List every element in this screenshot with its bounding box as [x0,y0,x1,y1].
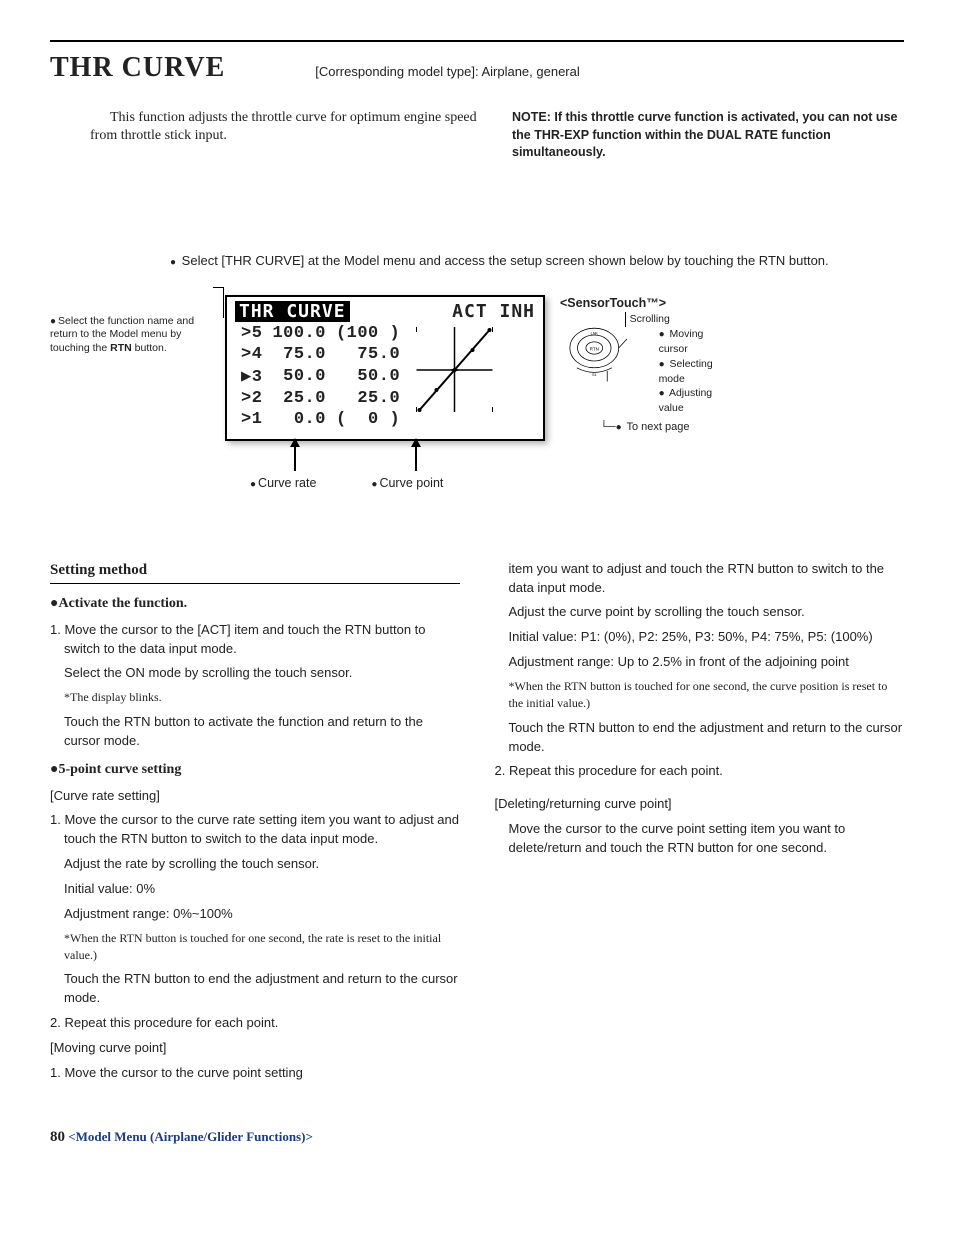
setting-method-hdr: Setting method [50,560,460,585]
svg-text:RTN: RTN [590,346,599,351]
sensor-items: Scrolling Moving cursor Selecting mode A… [629,312,720,416]
curve-point-label: Curve point [379,476,443,490]
model-type-note: [Corresponding model type]: Airplane, ge… [315,64,580,79]
lcd-act-status: ACT INH [452,301,535,322]
mv-step-7: Touch the RTN button to end the adjustme… [509,719,905,757]
select-instruction: Select [THR CURVE] at the Model menu and… [170,252,904,270]
top-rule [50,40,904,42]
act-step-1: 1. Move the cursor to the [ACT] item and… [64,621,460,659]
cr-fine-5: *When the RTN button is touched for one … [64,930,460,965]
mv-step-3: Adjust the curve point by scrolling the … [509,603,905,622]
act-fine-3: *The display blinks. [64,689,460,706]
del-step-1: Move the cursor to the curve point setti… [509,820,905,858]
deleting-label: [Deleting/returning curve point] [495,795,905,814]
footer: 80 <Model Menu (Airplane/Glider Function… [50,1129,904,1146]
sensor-scrolling: Scrolling [625,312,720,327]
right-column: item you want to adjust and touch the RT… [495,560,905,1089]
lcd-screen: THR CURVE ACT INH >5100.0(100 ) >4 75.0 … [225,295,545,441]
left-note-b: RTN [110,342,132,354]
mv-step-5: Adjustment range: Up to 2.5% in front of… [509,653,905,672]
section-name: <Model Menu (Airplane/Glider Functions)> [68,1129,313,1144]
act-step-4: Touch the RTN button to activate the fun… [64,713,460,751]
lcd-title: THR CURVE [235,301,350,322]
page-number: 80 [50,1129,65,1145]
curve-graph [412,322,497,417]
intro-left: This function adjusts the throttle curve… [50,109,482,162]
cr-step-4: Adjustment range: 0%~100% [64,905,460,924]
sensor-touch-panel: <SensorTouch™> RTN LNK S1 [560,295,720,436]
curve-rate-label: Curve rate [258,476,316,490]
svg-text:S1: S1 [592,373,597,377]
left-note: Select the function name and return to t… [50,295,210,356]
moving-label: [Moving curve point] [50,1039,460,1058]
cr-step-1: 1. Move the cursor to the curve rate set… [64,811,460,849]
curve-rate-label-txt: [Curve rate setting] [50,787,460,806]
five-point-hdr: ●5-point curve setting [50,760,460,780]
header-row: THR CURVE [Corresponding model type]: Ai… [50,52,904,84]
to-next-page: └─ To next page [600,420,720,435]
sensor-title: <SensorTouch™> [560,295,720,313]
mv-step-2: item you want to adjust and touch the RT… [509,560,905,598]
cr-step-3: Initial value: 0% [64,880,460,899]
mv-fine-6: *When the RTN button is touched for one … [509,678,905,713]
left-note-c: button. [132,342,167,354]
mv-step-4: Initial value: P1: (0%), P2: 25%, P3: 50… [509,628,905,647]
arrow-labels: Curve rate Curve point [250,476,904,490]
cr-step-2: Adjust the rate by scrolling the touch s… [64,855,460,874]
left-column: Setting method ●Activate the function. 1… [50,560,460,1089]
act-step-2: Select the ON mode by scrolling the touc… [64,664,460,683]
svg-text:LNK: LNK [591,331,599,335]
intro-row: This function adjusts the throttle curve… [50,109,904,162]
page-title: THR CURVE [50,52,225,84]
mv-step-8: 2. Repeat this procedure for each point. [509,762,905,781]
middle-section: Select [THR CURVE] at the Model menu and… [50,252,904,490]
cr-step-7: 2. Repeat this procedure for each point. [64,1014,460,1033]
sensor-item-1: Selecting mode [659,358,713,385]
mv-step-1: 1. Move the cursor to the curve point se… [64,1064,460,1083]
curve-table: >5100.0(100 ) >4 75.0 75.0 ▶3 50.0 50.0 … [235,322,406,431]
two-columns: Setting method ●Activate the function. 1… [50,560,904,1089]
sensor-item-2: Adjusting value [659,387,713,414]
intro-note: NOTE: If this throttle curve function is… [512,109,904,162]
select-instruction-text: Select [THR CURVE] at the Model menu and… [182,253,829,268]
cr-step-6: Touch the RTN button to end the adjustme… [64,970,460,1008]
sensor-dial-icon: RTN LNK S1 [560,316,629,401]
activate-hdr: ●Activate the function. [50,594,460,614]
